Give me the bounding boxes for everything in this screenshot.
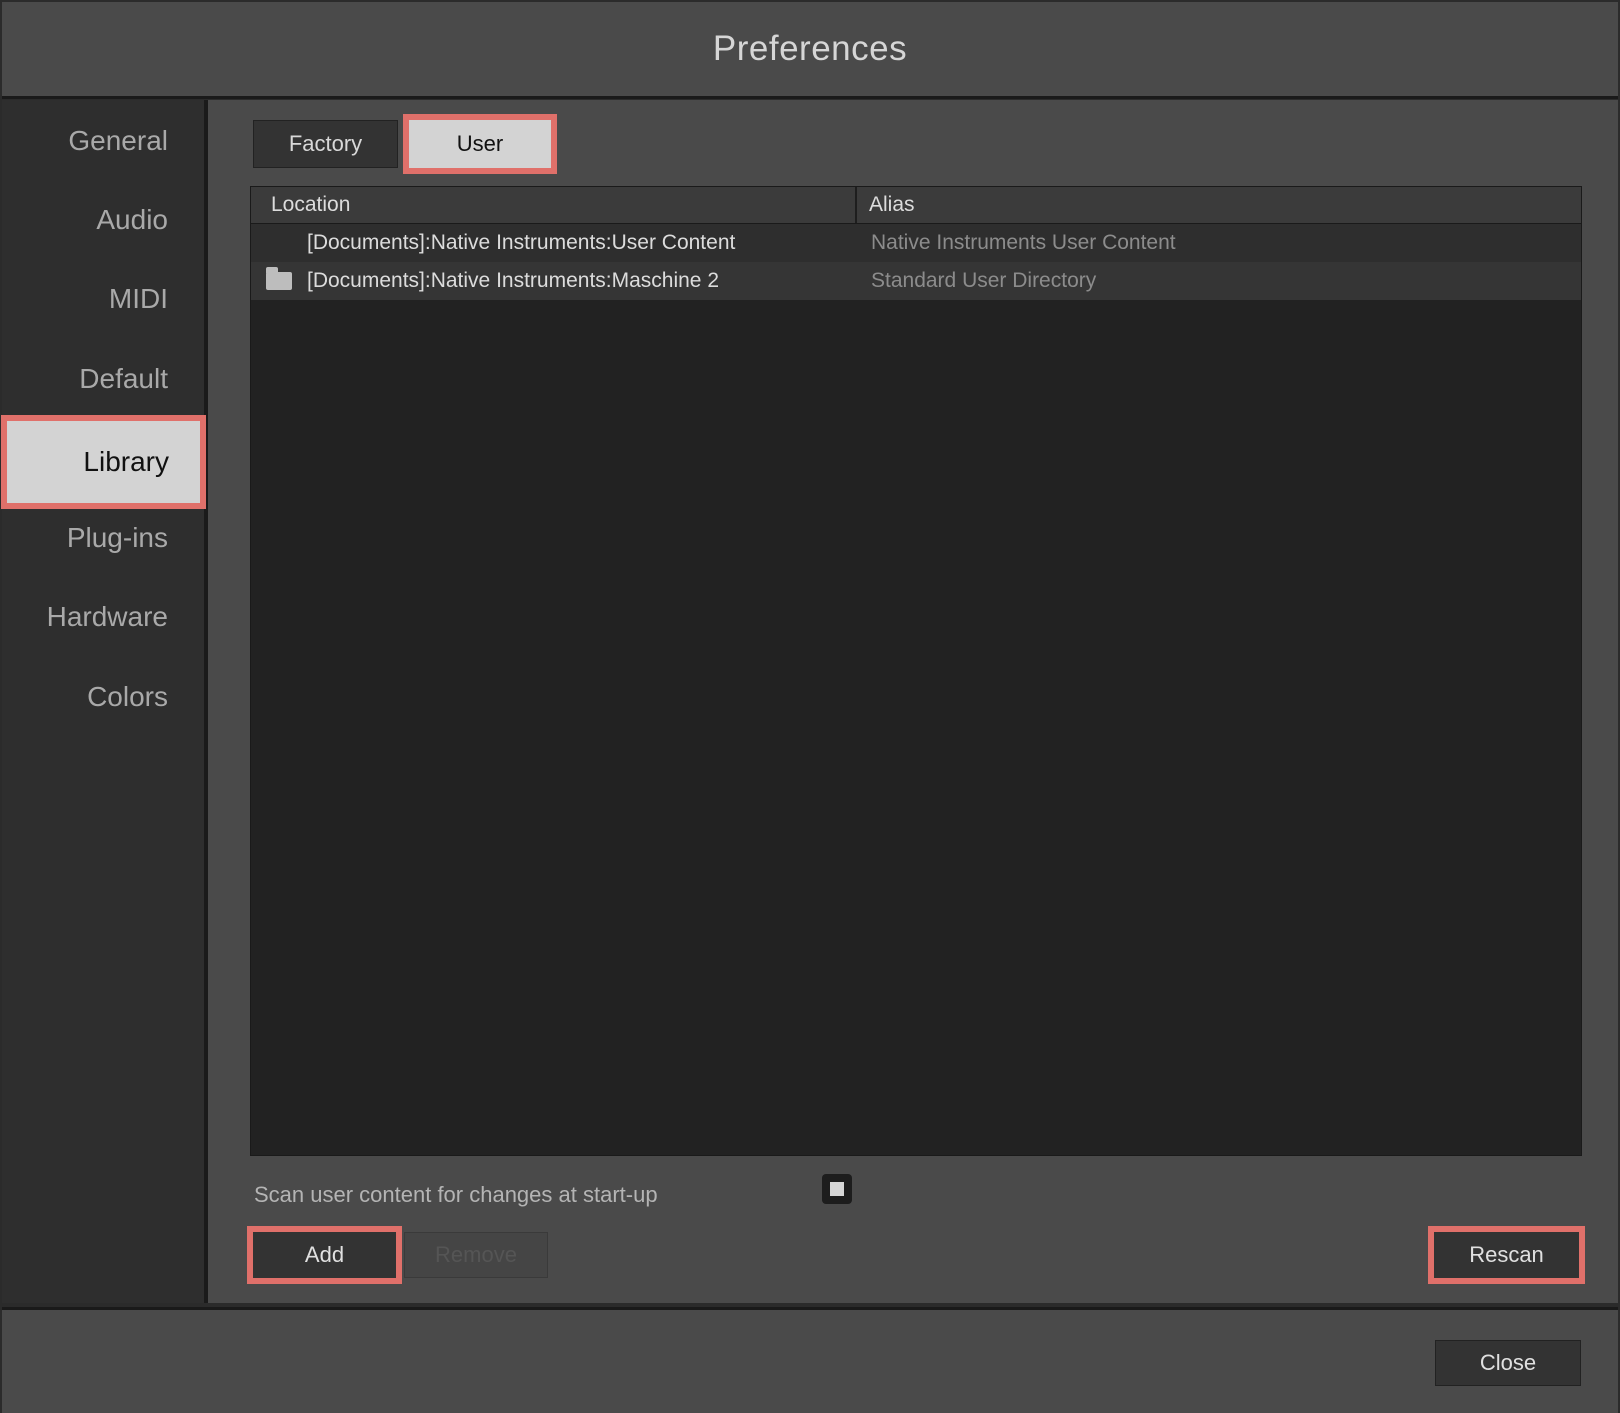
scan-on-startup-checkbox[interactable] xyxy=(822,1174,852,1204)
folder-icon xyxy=(266,267,292,290)
checkbox-mark-icon xyxy=(830,1182,844,1196)
add-button[interactable]: Add xyxy=(253,1232,396,1278)
footer-bar: Close xyxy=(2,1307,1618,1413)
row-alias: Native Instruments User Content xyxy=(871,231,1176,254)
close-button[interactable]: Close xyxy=(1435,1340,1581,1386)
column-header-location[interactable]: Location xyxy=(251,187,857,223)
sidebar-item-general[interactable]: General xyxy=(2,100,204,182)
table-row[interactable]: [Documents]:Native Instruments:User Cont… xyxy=(251,224,1581,262)
row-location: [Documents]:Native Instruments:User Cont… xyxy=(307,231,736,254)
title-bar: Preferences xyxy=(2,2,1618,99)
row-alias: Standard User Directory xyxy=(871,269,1097,292)
remove-button[interactable]: Remove xyxy=(404,1232,548,1278)
sidebar-item-hardware[interactable]: Hardware xyxy=(2,576,204,658)
tab-factory[interactable]: Factory xyxy=(253,120,398,168)
library-panel: Factory User Location Alias [Documents]:… xyxy=(208,100,1618,1303)
sidebar: General Audio MIDI Default Library Plug-… xyxy=(2,100,208,1303)
sidebar-item-default[interactable]: Default xyxy=(2,338,204,420)
sidebar-item-midi[interactable]: MIDI xyxy=(2,258,204,340)
rescan-button[interactable]: Rescan xyxy=(1434,1232,1579,1278)
sidebar-item-audio[interactable]: Audio xyxy=(2,179,204,261)
row-location: [Documents]:Native Instruments:Maschine … xyxy=(307,269,720,292)
sidebar-item-plug-ins[interactable]: Plug-ins xyxy=(2,497,204,579)
user-library-table: Location Alias [Documents]:Native Instru… xyxy=(250,186,1582,1156)
window-title: Preferences xyxy=(712,29,908,68)
sidebar-item-colors[interactable]: Colors xyxy=(2,656,204,738)
sidebar-item-library[interactable]: Library xyxy=(7,421,200,503)
column-header-alias[interactable]: Alias xyxy=(857,193,915,217)
tab-user[interactable]: User xyxy=(409,120,551,168)
table-header: Location Alias xyxy=(251,187,1581,224)
table-row[interactable]: [Documents]:Native Instruments:Maschine … xyxy=(251,262,1581,300)
scan-on-startup-label: Scan user content for changes at start-u… xyxy=(254,1182,658,1207)
